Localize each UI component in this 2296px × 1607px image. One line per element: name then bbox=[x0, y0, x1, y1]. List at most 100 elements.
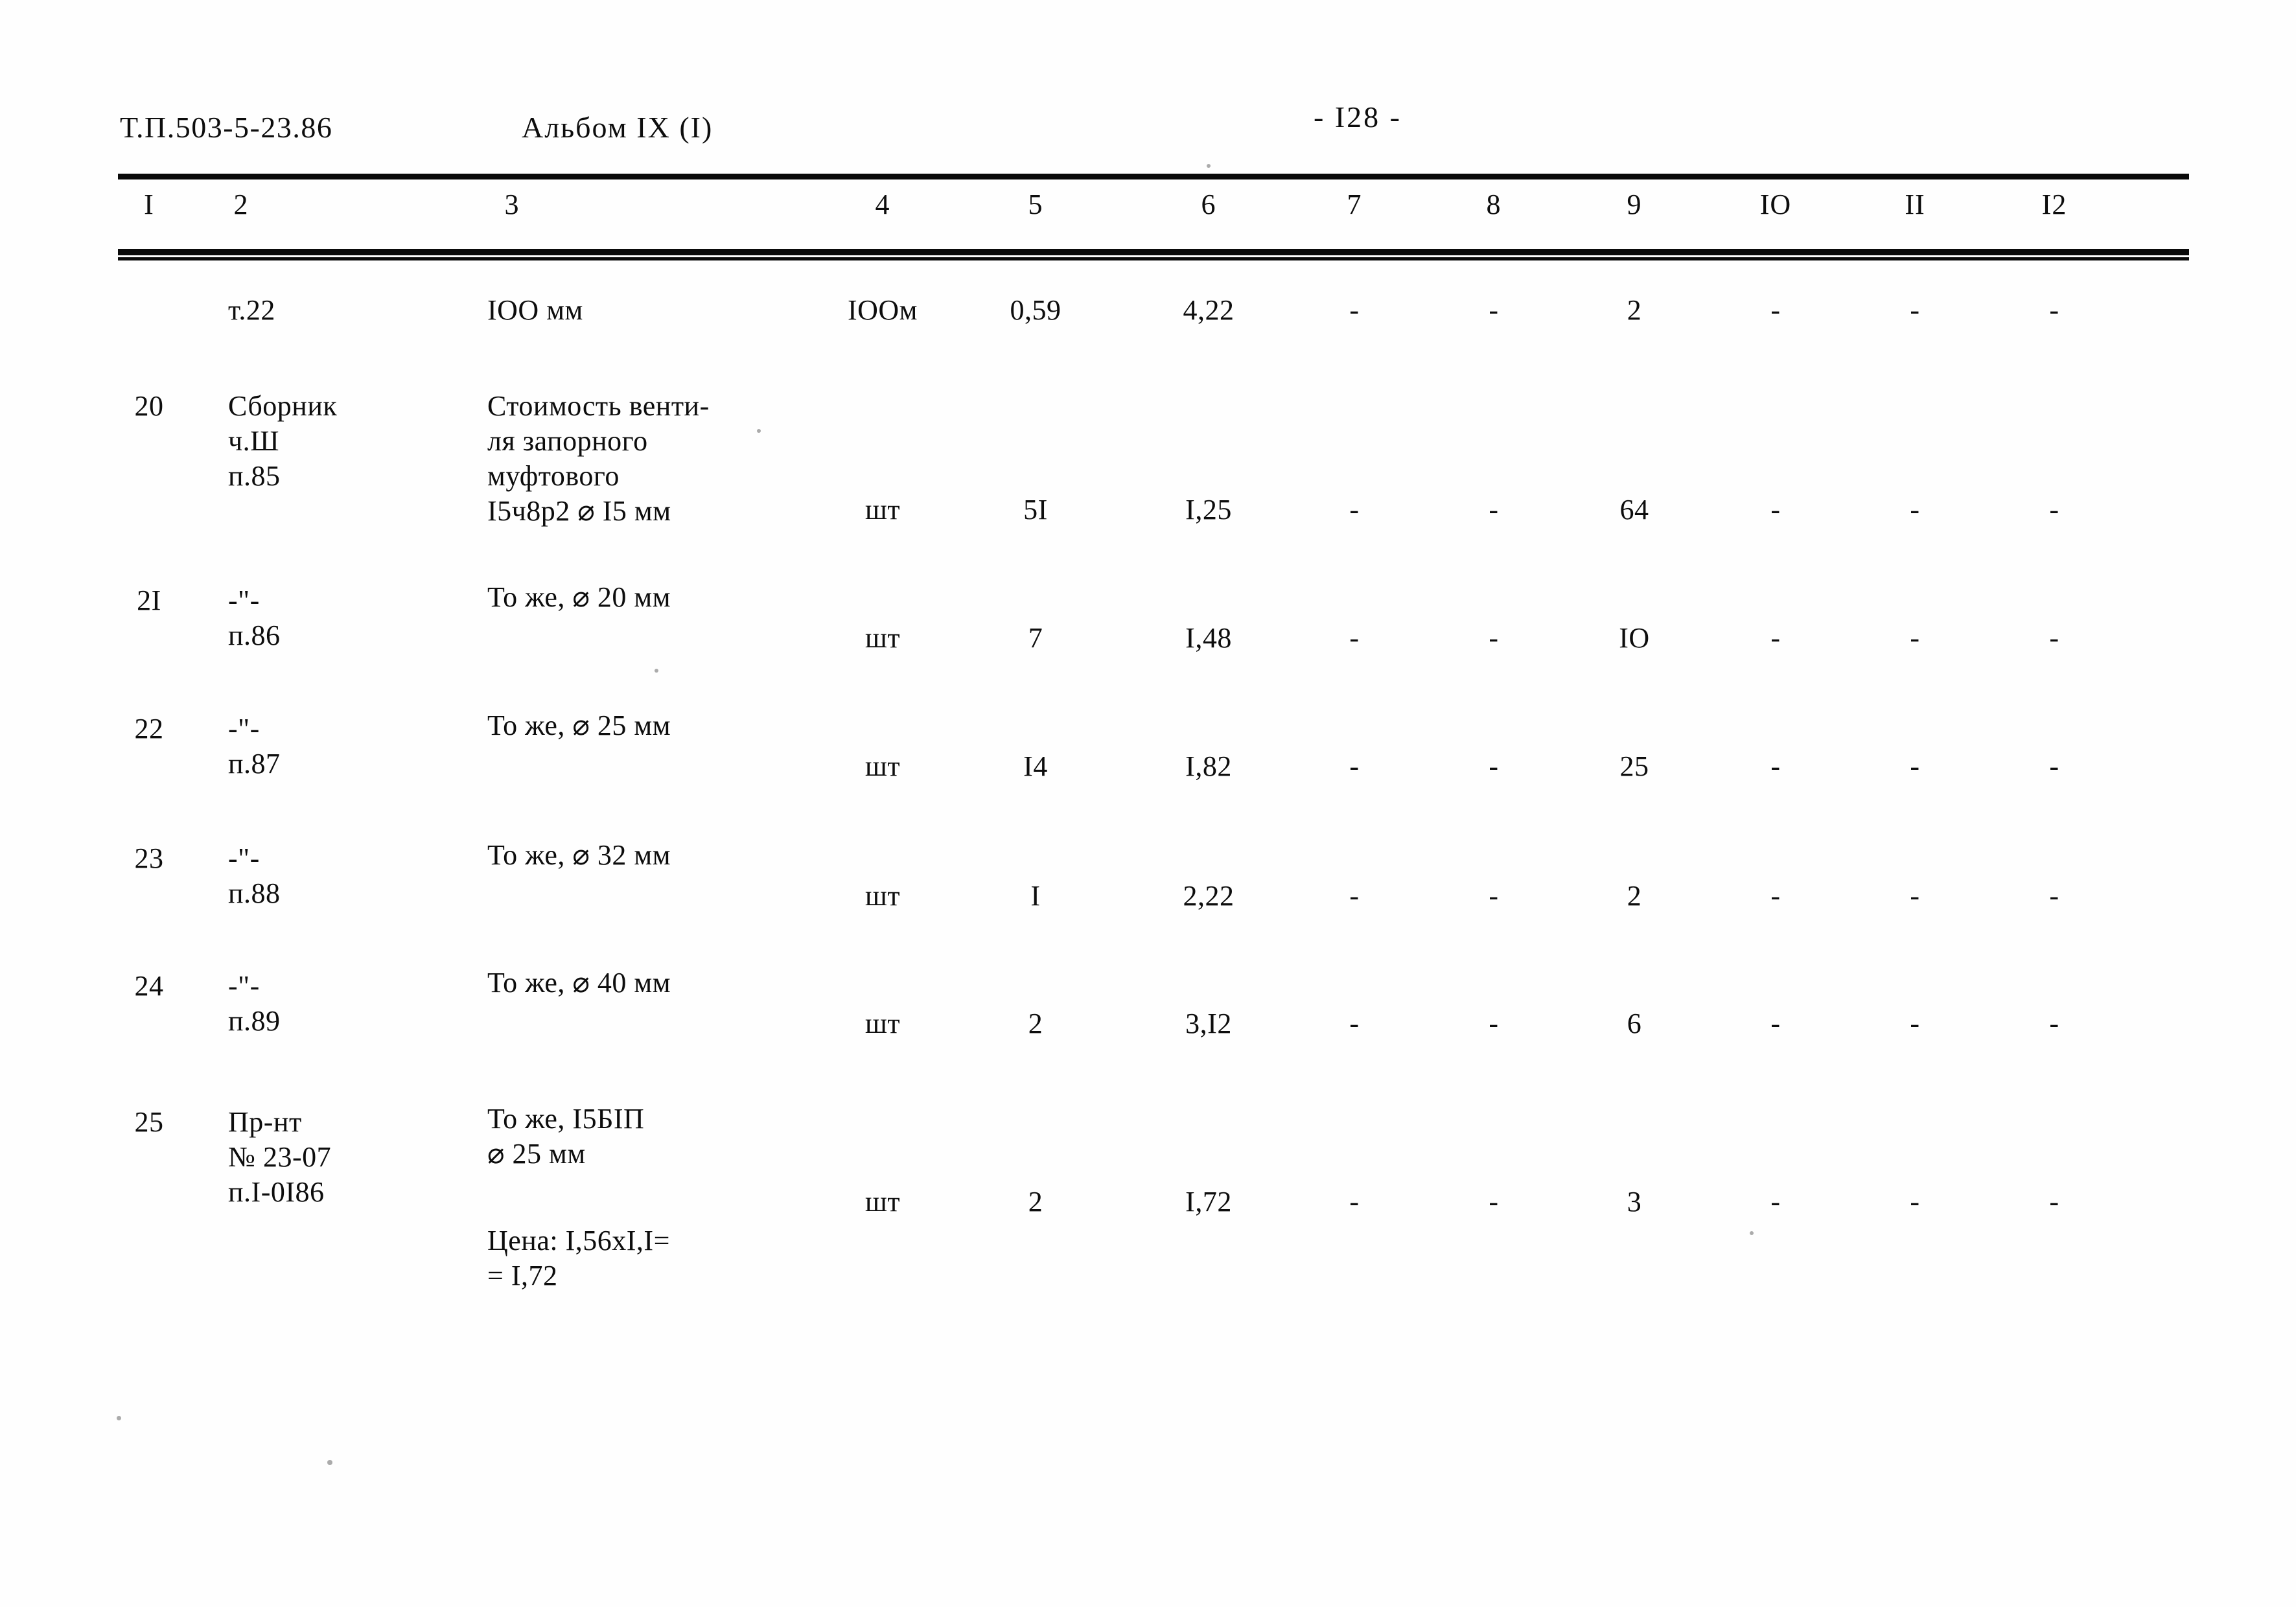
cell-col10-row-25: - bbox=[1770, 1186, 1781, 1218]
column-header-1: I bbox=[144, 189, 154, 220]
cell-col12-row-22: - bbox=[2049, 750, 2059, 782]
page-number: - I28 - bbox=[1314, 100, 1402, 133]
cell-col4-row-21: шт bbox=[864, 622, 901, 654]
cell-col1-row-21: 2I bbox=[137, 584, 161, 616]
cell-col10-row-23: - bbox=[1770, 880, 1781, 912]
cell-col10-row-20: - bbox=[1770, 494, 1781, 526]
cell-col3-row-cont: IOO мм bbox=[487, 294, 583, 326]
cell-col9-row-25: 3 bbox=[1627, 1186, 1642, 1218]
cell-col9-row-20: 64 bbox=[1619, 494, 1649, 526]
column-header-7: 7 bbox=[1347, 189, 1362, 220]
cell-col9-row-cont: 2 bbox=[1627, 294, 1642, 326]
cell-col2-row-cont: т.22 bbox=[228, 294, 275, 326]
cell-col9-row-23: 2 bbox=[1627, 880, 1642, 912]
cell-col2-row-25: Пр-нт № 23-07 п.I-0I86 bbox=[228, 1106, 332, 1208]
column-header-9: 9 bbox=[1627, 189, 1642, 220]
cell-col2-row-23: -"- п.88 bbox=[228, 842, 281, 909]
cell-col3-row-21: То же, ⌀ 20 мм bbox=[487, 581, 671, 613]
cell-col4-row-24: шт bbox=[864, 1008, 901, 1039]
cell-col6-row-20: I,25 bbox=[1185, 494, 1232, 526]
cell-col12-row-cont: - bbox=[2049, 294, 2059, 326]
cell-col3-row-24: То же, ⌀ 40 мм bbox=[487, 967, 671, 999]
cell-col8-row-25: - bbox=[1489, 1186, 1499, 1218]
cell-col1-row-24: 24 bbox=[134, 970, 164, 1002]
cell-col4-row-23: шт bbox=[864, 880, 901, 912]
table-header-rule-2 bbox=[118, 257, 2189, 260]
cell-col12-row-20: - bbox=[2049, 494, 2059, 526]
cell-col5-row-22: I4 bbox=[1023, 750, 1048, 782]
document-code: Т.П.503-5-23.86 bbox=[120, 111, 333, 144]
cell-col4-row-25: шт bbox=[864, 1186, 901, 1218]
column-header-6: 6 bbox=[1201, 189, 1216, 220]
cell-col8-row-22: - bbox=[1489, 750, 1499, 782]
cell-col8-row-20: - bbox=[1489, 494, 1499, 526]
cell-col7-row-21: - bbox=[1349, 622, 1360, 654]
cell-col2-row-20: Сборник ч.Ш п.85 bbox=[228, 390, 338, 492]
cell-col8-row-24: - bbox=[1489, 1008, 1499, 1039]
scan-speck bbox=[117, 1416, 121, 1420]
scan-speck bbox=[1750, 1231, 1754, 1235]
cell-col4-row-22: шт bbox=[864, 750, 901, 782]
cell-col4-row-cont: IOOм bbox=[847, 294, 918, 326]
cell-col8-row-21: - bbox=[1489, 622, 1499, 654]
cell-col11-row-24: - bbox=[1910, 1008, 1920, 1039]
cell-col3-row-20: Стоимость венти- ля запорного муфтового … bbox=[487, 390, 710, 527]
cell-col9-row-24: 6 bbox=[1627, 1008, 1642, 1039]
cell-col11-row-20: - bbox=[1910, 494, 1920, 526]
scan-speck bbox=[1207, 164, 1211, 168]
cell-col5-row-25: 2 bbox=[1028, 1186, 1043, 1218]
column-header-5: 5 bbox=[1028, 189, 1043, 220]
cell-col5-row-cont: 0,59 bbox=[1010, 294, 1061, 326]
cell-col11-row-cont: - bbox=[1910, 294, 1920, 326]
column-header-8: 8 bbox=[1486, 189, 1502, 220]
cell-col7-row-20: - bbox=[1349, 494, 1360, 526]
cell-col1-row-20: 20 bbox=[134, 390, 164, 422]
cell-col2-row-21: -"- п.86 bbox=[228, 584, 281, 651]
table-top-rule bbox=[118, 174, 2189, 179]
cell-col10-row-24: - bbox=[1770, 1008, 1781, 1039]
cell-col5-row-21: 7 bbox=[1028, 622, 1043, 654]
cell-col11-row-22: - bbox=[1910, 750, 1920, 782]
cell-col7-row-23: - bbox=[1349, 880, 1360, 912]
cell-col6-row-21: I,48 bbox=[1185, 622, 1232, 654]
cell-col8-row-23: - bbox=[1489, 880, 1499, 912]
cell-col9-row-21: IO bbox=[1619, 622, 1650, 654]
cell-col7-row-cont: - bbox=[1349, 294, 1360, 326]
page-header: Т.П.503-5-23.86 Альбом IX (I) - I28 - bbox=[120, 100, 2194, 156]
cell-col3-row-25: То же, I5БIП ⌀ 25 мм bbox=[487, 1103, 645, 1170]
cell-col7-row-24: - bbox=[1349, 1008, 1360, 1039]
column-header-12: I2 bbox=[2041, 189, 2067, 220]
column-header-2: 2 bbox=[233, 189, 249, 220]
scan-speck bbox=[327, 1460, 332, 1465]
table-header-rule bbox=[118, 249, 2189, 255]
cell-col11-row-23: - bbox=[1910, 880, 1920, 912]
cell-col3-row-23: То же, ⌀ 32 мм bbox=[487, 839, 671, 871]
scan-speck bbox=[655, 669, 658, 673]
column-header-4: 4 bbox=[875, 189, 890, 220]
cell-col11-row-21: - bbox=[1910, 622, 1920, 654]
column-header-3: 3 bbox=[504, 189, 520, 220]
cell-col6-row-23: 2,22 bbox=[1183, 880, 1235, 912]
cell-col10-row-22: - bbox=[1770, 750, 1781, 782]
column-header-10: IO bbox=[1759, 189, 1792, 220]
cell-col3-row-22: То же, ⌀ 25 мм bbox=[487, 710, 671, 741]
cell-col6-row-24: 3,I2 bbox=[1185, 1008, 1232, 1039]
cell-col12-row-24: - bbox=[2049, 1008, 2059, 1039]
cell-col6-row-25: I,72 bbox=[1185, 1186, 1232, 1218]
cell-col12-row-21: - bbox=[2049, 622, 2059, 654]
cell-col8-row-cont: - bbox=[1489, 294, 1499, 326]
cell-col5-row-23: I bbox=[1030, 880, 1041, 912]
column-header-11: II bbox=[1905, 189, 1925, 220]
cell-col3-note-row-25: Цена: I,56xI,I= = I,72 bbox=[487, 1225, 670, 1291]
cell-col4-row-20: шт bbox=[864, 494, 901, 526]
cell-col11-row-25: - bbox=[1910, 1186, 1920, 1218]
cell-col1-row-22: 22 bbox=[134, 713, 164, 745]
cell-col12-row-23: - bbox=[2049, 880, 2059, 912]
cell-col5-row-24: 2 bbox=[1028, 1008, 1043, 1039]
album-label: Альбом IX (I) bbox=[522, 111, 713, 144]
cell-col2-row-24: -"- п.89 bbox=[228, 970, 281, 1037]
cell-col6-row-22: I,82 bbox=[1185, 750, 1232, 782]
cell-col7-row-22: - bbox=[1349, 750, 1360, 782]
cell-col5-row-20: 5I bbox=[1023, 494, 1048, 526]
cell-col6-row-cont: 4,22 bbox=[1183, 294, 1235, 326]
